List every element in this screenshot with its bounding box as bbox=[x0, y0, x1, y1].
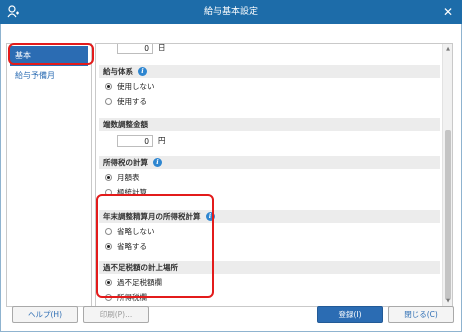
section-shortfall-tax: 過不足税額の計上場所 bbox=[99, 261, 440, 274]
option-label: 月額表 bbox=[117, 173, 140, 182]
vertical-scrollbar[interactable]: ▲ ▼ bbox=[442, 44, 452, 306]
settings-panel: 0 日 給与体系 i 使用しない 使用する 端数調整金額 0 円 所得税の計算 i … bbox=[95, 43, 453, 307]
option-label: 所得税欄 bbox=[117, 293, 147, 302]
radio-button[interactable] bbox=[105, 294, 112, 301]
info-icon[interactable]: i bbox=[205, 212, 215, 221]
radio-pay-system-used[interactable]: 使用する bbox=[105, 96, 147, 108]
scroll-down-icon[interactable]: ▼ bbox=[443, 297, 452, 305]
yen-unit: 円 bbox=[158, 136, 166, 145]
radio-button[interactable] bbox=[105, 189, 112, 196]
radio-button[interactable] bbox=[105, 279, 112, 286]
info-icon[interactable]: i bbox=[138, 67, 147, 76]
section-pay-system: 給与体系 i bbox=[99, 65, 440, 78]
option-label: 省略する bbox=[117, 242, 147, 251]
option-label: 使用しない bbox=[117, 82, 155, 91]
info-icon[interactable]: i bbox=[153, 158, 162, 167]
option-label: 省略しない bbox=[117, 227, 155, 236]
radio-button[interactable] bbox=[105, 243, 112, 250]
radio-button[interactable] bbox=[105, 228, 112, 235]
radio-button[interactable] bbox=[105, 83, 112, 90]
section-label: 端数調整金額 bbox=[103, 120, 148, 129]
section-label: 年末調整精算月の所得税計算 bbox=[103, 212, 201, 221]
option-label: 極統計算 bbox=[117, 188, 147, 197]
rounding-amount-field[interactable]: 0 bbox=[117, 135, 153, 147]
register-button[interactable]: 登録(I) bbox=[317, 306, 383, 323]
sidebar-item-basic[interactable]: 基本 bbox=[10, 46, 88, 66]
dialog-body: 基本 給与予備月 0 日 給与体系 i 使用しない 使用する 端数調整金額 0 円… bbox=[0, 24, 462, 332]
print-button[interactable]: 印刷(P)... bbox=[83, 306, 149, 323]
radio-pay-system-unused[interactable]: 使用しない bbox=[105, 81, 155, 93]
radio-button[interactable] bbox=[105, 174, 112, 181]
radio-year-end-not-omit[interactable]: 省略しない bbox=[105, 226, 155, 238]
radio-shortfall-income-tax[interactable]: 所得税欄 bbox=[105, 292, 147, 304]
radio-income-tax-monthly[interactable]: 月額表 bbox=[105, 172, 140, 184]
option-label: 過不足税額欄 bbox=[117, 278, 162, 287]
option-label: 使用する bbox=[117, 97, 147, 106]
close-button[interactable]: 閉じる(C) bbox=[388, 306, 454, 323]
radio-shortfall-column[interactable]: 過不足税額欄 bbox=[105, 277, 162, 289]
section-income-tax: 所得税の計算 i bbox=[99, 156, 440, 169]
window-title: 給与基本設定 bbox=[203, 7, 258, 17]
radio-year-end-omit[interactable]: 省略する bbox=[105, 241, 147, 253]
radio-button[interactable] bbox=[105, 98, 112, 105]
section-label: 所得税の計算 bbox=[103, 158, 148, 167]
scroll-up-icon[interactable]: ▲ bbox=[443, 45, 452, 53]
sidebar-item-reserve-month[interactable]: 給与予備月 bbox=[7, 66, 91, 85]
help-button[interactable]: ヘルプ(H) bbox=[12, 306, 78, 323]
scrollbar-thumb[interactable] bbox=[445, 130, 451, 300]
days-field[interactable]: 0 bbox=[117, 44, 153, 54]
section-label: 給与体系 bbox=[103, 67, 133, 76]
close-icon[interactable]: ✕ bbox=[438, 2, 458, 22]
window-titlebar: 給与基本設定 ✕ bbox=[0, 0, 462, 24]
radio-income-tax-calc[interactable]: 極統計算 bbox=[105, 187, 147, 199]
section-year-end-tax: 年末調整精算月の所得税計算 i bbox=[99, 210, 440, 223]
days-unit: 日 bbox=[158, 43, 166, 52]
section-rounding: 端数調整金額 bbox=[99, 118, 440, 131]
sidebar: 基本 給与予備月 bbox=[6, 43, 92, 307]
section-label: 過不足税額の計上場所 bbox=[103, 263, 178, 272]
